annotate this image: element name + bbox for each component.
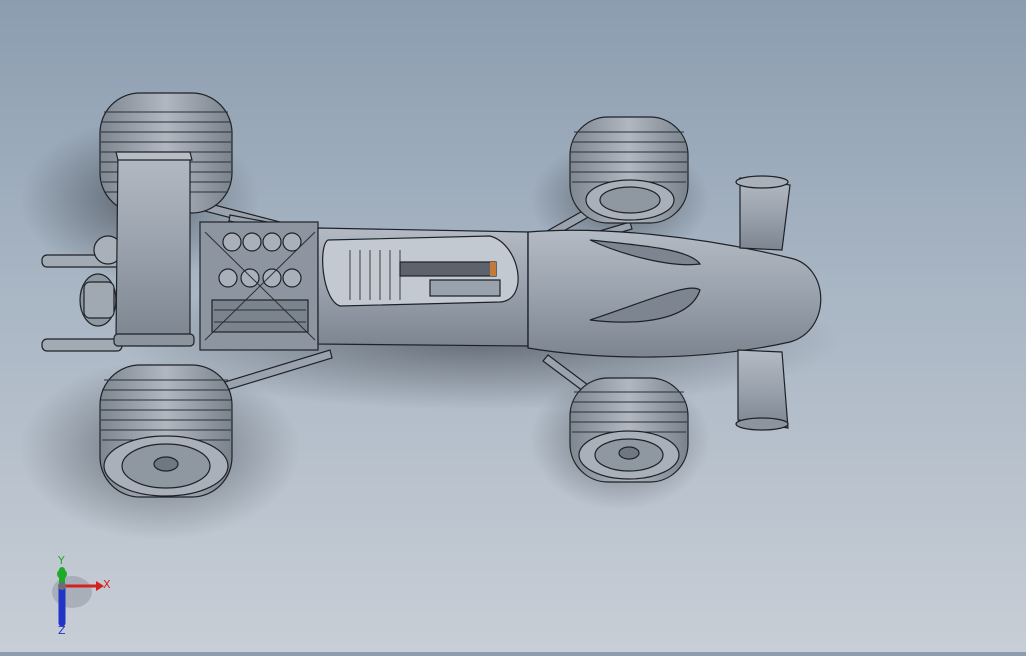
- triad-z-label: Z: [58, 624, 66, 637]
- triad-y-label: Y: [57, 554, 65, 567]
- front-left-wheel: [569, 116, 689, 224]
- triad-x-label: X: [103, 578, 111, 591]
- front-right-wheel: [569, 377, 689, 483]
- graphics-viewport[interactable]: [0, 0, 1026, 652]
- reference-triad[interactable]: Y X Z: [40, 548, 130, 638]
- rear-right-wheel: [99, 364, 233, 498]
- engine-block: [199, 221, 319, 351]
- rear-wing: [113, 151, 195, 347]
